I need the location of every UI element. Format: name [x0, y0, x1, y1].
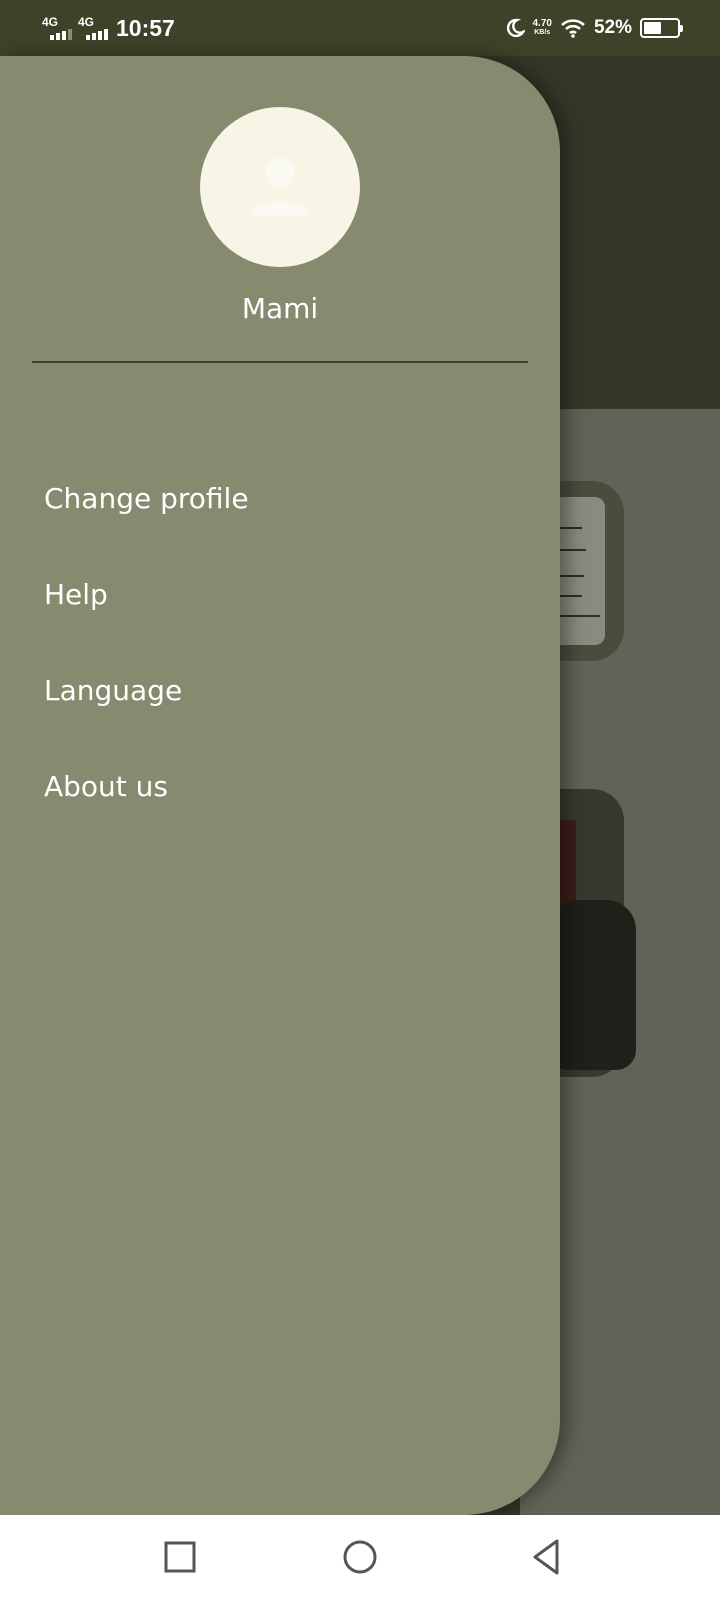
status-indicators: 4.70 KB/s 52% — [505, 0, 683, 56]
person-icon — [250, 158, 310, 217]
drawer-menu: Change profile Help Language About us — [0, 451, 560, 835]
recent-apps-icon[interactable] — [160, 1537, 200, 1577]
menu-item-language[interactable]: Language — [0, 643, 560, 739]
signal-icon: 4G — [42, 16, 78, 40]
avatar[interactable] — [200, 107, 360, 267]
navigation-drawer: Mami Change profile Help Language About … — [0, 56, 560, 1515]
navigation-bar — [0, 1515, 720, 1600]
menu-item-change-profile[interactable]: Change profile — [0, 451, 560, 547]
signal-icon: 4G — [78, 16, 114, 40]
network-speed-value: 4.70 — [532, 18, 552, 29]
status-bar: 4G 4G 10:57 4.70 KB/s 52% — [0, 0, 720, 56]
wifi-icon — [561, 19, 585, 38]
menu-item-about-us[interactable]: About us — [0, 739, 560, 835]
back-icon[interactable] — [527, 1537, 567, 1577]
battery-fill — [644, 22, 661, 34]
network-type-label: 4G — [78, 15, 95, 29]
network-speed-unit: KB/s — [534, 29, 551, 36]
network-speed: 4.70 KB/s — [533, 19, 552, 37]
user-name: Mami — [241, 292, 319, 325]
battery-percent: 52% — [593, 17, 632, 38]
divider — [32, 361, 528, 363]
moon-icon — [506, 18, 525, 38]
menu-item-help[interactable]: Help — [0, 547, 560, 643]
home-icon[interactable] — [340, 1537, 380, 1577]
clock: 10:57 — [116, 14, 175, 41]
network-type-label: 4G — [42, 15, 59, 29]
battery-icon — [640, 18, 683, 38]
screen: 4G 4G 10:57 4.70 KB/s 52% Mami Change pr… — [0, 0, 720, 1600]
